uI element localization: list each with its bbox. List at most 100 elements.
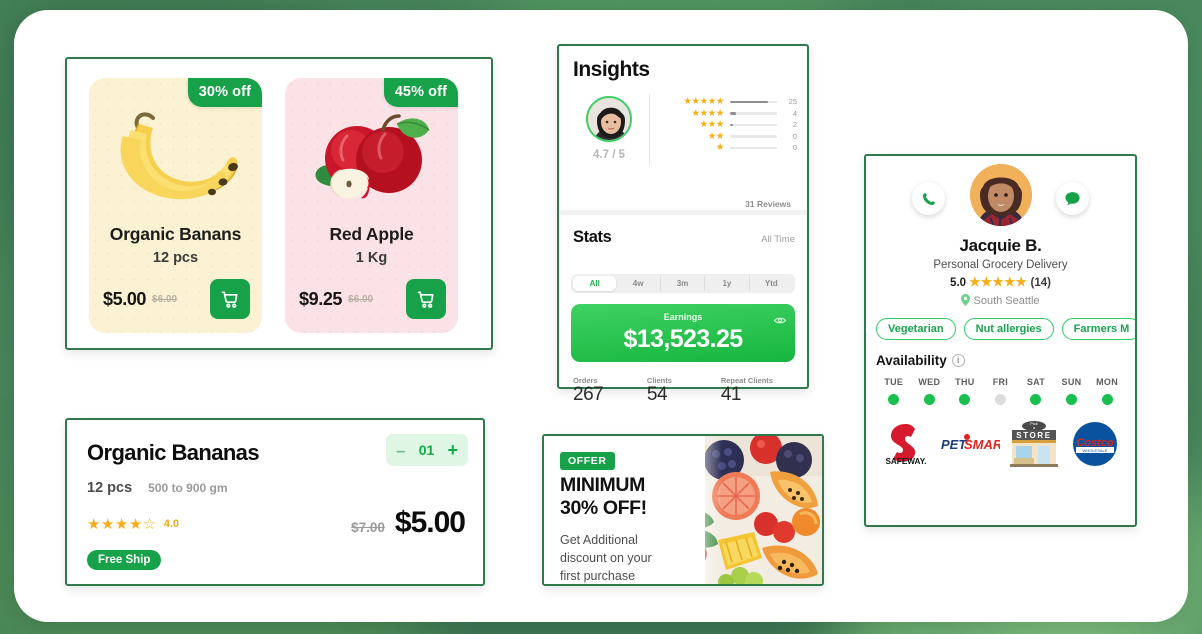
shopping-cart-icon — [417, 291, 434, 308]
product-price: $5.00 — [103, 288, 147, 309]
provider-rating: 5.0 ★★★★★ (14) — [866, 274, 1135, 289]
availability-day[interactable]: WED — [912, 377, 948, 405]
provider-role: Personal Grocery Delivery — [933, 259, 1068, 271]
organic-bananas-card: Organic Bananas – 01 + 12 pcs 500 to 900… — [65, 418, 485, 586]
info-icon[interactable]: i — [951, 354, 965, 367]
provider-name: Jacquie B. — [959, 236, 1042, 255]
availability-day-name: FRI — [992, 377, 1009, 387]
store-logo-safeway[interactable]: SAFEWAY. — [878, 421, 934, 467]
kpi-row: Orders 267 Clients 54 Repeat Clients 41 — [573, 376, 795, 406]
stats-tab-ytd[interactable]: Ytd — [750, 276, 793, 291]
availability-day[interactable]: FRI — [983, 377, 1019, 405]
map-pin-icon — [961, 294, 971, 306]
provider-profile-card: Jacquie B. Personal Grocery Delivery 5.0… — [864, 154, 1137, 527]
avatar-score: 4.7 / 5 — [593, 149, 625, 161]
rating-bar-track — [730, 146, 777, 149]
availability-day[interactable]: TUE — [876, 377, 912, 405]
offer-subtext-line2: discount on your — [560, 550, 652, 565]
store-logo-costco[interactable]: Costco WHOLESALE — [1067, 421, 1123, 467]
product-old-price: $6.00 — [348, 293, 374, 305]
preference-chip[interactable]: Farmers M — [1061, 318, 1135, 340]
availability-day[interactable]: THU — [947, 377, 983, 405]
discount-badge: 30% off — [187, 78, 262, 107]
chat-bubble-icon — [1065, 192, 1080, 206]
availability-day-name: MON — [1096, 377, 1118, 387]
avatar — [586, 96, 632, 142]
svg-text:SAFEWAY.: SAFEWAY. — [885, 457, 926, 466]
availability-day[interactable]: MON — [1089, 377, 1125, 405]
rating-bar-track — [730, 112, 777, 115]
rating-bar-row: ★★★★ 4 — [658, 108, 797, 120]
free-ship-badge: Free Ship — [87, 550, 162, 570]
item-pieces: 12 pcs — [87, 480, 133, 496]
rating-bar-list: ★★★★★ 25 ★★★★ 4 ★★★ 2 ★★ 0 ★ 0 — [658, 94, 797, 204]
rating-bar-track — [730, 135, 777, 138]
earnings-amount: $13,523.25 — [623, 325, 743, 353]
phone-icon — [922, 192, 935, 205]
stats-tab-4w[interactable]: 4w — [616, 276, 661, 291]
store-logo-storefront[interactable]: Pick a STORE — [1006, 421, 1062, 467]
quantity-value: 01 — [418, 442, 435, 458]
availability-day-name: WED — [918, 377, 941, 387]
rating-bar-stars: ★★★ — [699, 119, 725, 131]
availability-label: Availability — [876, 353, 947, 368]
offer-badge: OFFER — [560, 452, 615, 470]
store-logo-petsmart[interactable]: PET SMART — [940, 421, 1000, 467]
stats-range-tabs[interactable]: All 4w 3m 1y Ytd — [571, 274, 795, 293]
rating-bar-track — [730, 123, 777, 126]
preference-chip-list: Vegetarian Nut allergies Farmers M — [866, 318, 1135, 340]
avatar-score-denominator: / 5 — [612, 149, 625, 161]
offer-banner[interactable]: OFFER MINIMUM 30% OFF! Get Additional di… — [542, 434, 824, 586]
all-time-label: All Time — [761, 234, 795, 245]
reviews-count: 31 Reviews — [745, 199, 791, 209]
quantity-stepper[interactable]: – 01 + — [386, 434, 468, 466]
rating-bar-count: 0 — [792, 143, 797, 153]
availability-dot — [994, 394, 1006, 405]
product-card-apple[interactable]: 45% off Red Apple 1 Kg $9.25 $6.00 — [285, 78, 458, 333]
availability-dot — [1030, 394, 1042, 405]
banana-image — [89, 104, 262, 208]
availability-dot — [888, 394, 900, 405]
call-button[interactable] — [912, 182, 945, 215]
product-name: Red Apple — [329, 224, 414, 244]
avatar-score-value: 4.7 — [593, 149, 609, 161]
availability-dot — [959, 394, 971, 405]
provider-location: South Seattle — [866, 294, 1135, 307]
product-name: Organic Banans — [109, 224, 242, 244]
stats-tab-3m[interactable]: 3m — [661, 276, 706, 291]
discount-badge: 45% off — [383, 78, 458, 107]
preference-chip[interactable]: Nut allergies — [963, 318, 1054, 340]
rating-bar-row: ★★ 0 — [658, 131, 797, 143]
availability-day-list: TUE WED THU FRI SAT SUN MON — [866, 377, 1135, 405]
earnings-card: Earnings $13,523.25 — [571, 304, 795, 362]
product-old-price: $6.00 — [152, 293, 178, 305]
stats-tab-1y[interactable]: 1y — [705, 276, 750, 291]
item-stars: ★★★★☆ — [87, 516, 157, 533]
rating-bar-stars: ★★★★ — [691, 107, 725, 119]
kpi-value: 41 — [720, 384, 742, 405]
rating-stars: ★★★★★ — [969, 275, 1028, 289]
offer-text-panel: OFFER MINIMUM 30% OFF! Get Additional di… — [544, 436, 706, 584]
chat-button[interactable] — [1056, 182, 1089, 215]
item-title: Organic Bananas — [87, 440, 260, 465]
stats-tab-all[interactable]: All — [573, 276, 617, 291]
rating-bar-row: ★★★★★ 25 — [658, 96, 797, 108]
rating-bar-row: ★ 0 — [658, 142, 797, 154]
increment-button[interactable]: + — [447, 441, 458, 459]
offer-subtext-line1: Get Additional — [560, 533, 638, 547]
add-to-cart-button[interactable] — [210, 279, 250, 319]
product-card-banana[interactable]: 30% off Organic Banans 12 pcs $5.00 $6.0… — [89, 78, 262, 333]
add-to-cart-button[interactable] — [406, 279, 446, 319]
product-quantity: 1 Kg — [355, 250, 388, 266]
availability-day[interactable]: SUN — [1054, 377, 1090, 405]
avatar — [969, 164, 1032, 226]
decrement-button[interactable]: – — [396, 442, 405, 459]
offer-headline-line1: MINIMUM — [560, 474, 645, 496]
offer-subtext: Get Additional discount on your first pu… — [560, 532, 652, 584]
preference-chip[interactable]: Vegetarian — [876, 318, 956, 340]
location-text: South Seattle — [973, 295, 1040, 307]
rating-bar-count: 0 — [792, 131, 797, 141]
earnings-label: Earnings — [663, 312, 703, 322]
shopping-cart-icon — [221, 291, 238, 308]
availability-day[interactable]: SAT — [1018, 377, 1054, 405]
